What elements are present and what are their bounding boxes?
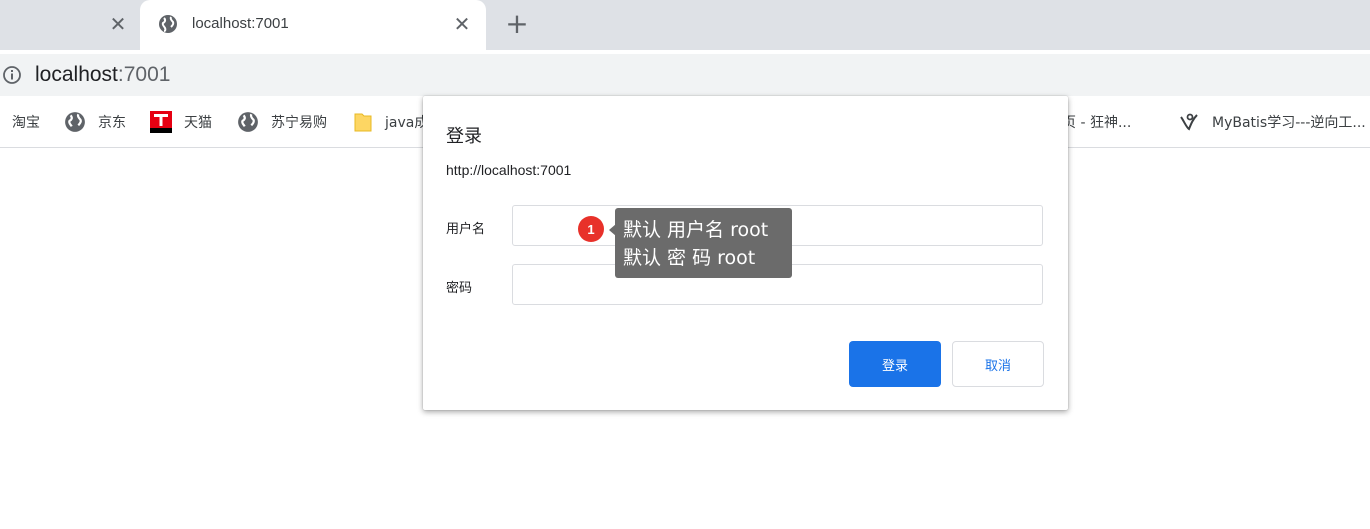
tab-close-icon[interactable]: ✕: [107, 13, 129, 35]
bookmark-label: MyBatis学习---逆向工...: [1212, 115, 1366, 131]
tab-title: localhost:7001: [192, 15, 289, 32]
bookmark-folder-java[interactable]: java成: [353, 110, 428, 134]
bookmark-label: 页 - 狂神...: [1062, 115, 1132, 131]
info-icon[interactable]: [2, 65, 22, 85]
annotation-tooltip: 默认 用户名 root 默认 密 码 root: [615, 208, 792, 278]
bookmark-label: 苏宁易购: [271, 115, 327, 131]
username-label: 用户名: [446, 222, 486, 237]
bookmark-label: 天猫: [184, 115, 212, 131]
login-button[interactable]: 登录: [849, 341, 941, 387]
tmall-icon: [150, 111, 172, 133]
tooltip-line-username: 默认 用户名 root: [623, 219, 769, 241]
folder-icon: [354, 113, 372, 132]
cancel-button[interactable]: 取消: [952, 341, 1044, 387]
dialog-origin: http://localhost:7001: [446, 162, 572, 178]
dialog-title: 登录: [446, 126, 482, 147]
url-host: localhost: [35, 63, 118, 86]
bookmark-suning[interactable]: 苏宁易购: [237, 110, 327, 134]
annotation-badge: 1: [578, 216, 604, 242]
omnibox[interactable]: localhost:7001: [0, 54, 1370, 96]
bookmark-jd[interactable]: 京东: [64, 110, 126, 134]
bookmark-tmall[interactable]: 天猫: [150, 110, 212, 134]
tab-inactive[interactable]: ✕: [0, 0, 140, 50]
url-text[interactable]: localhost:7001: [35, 63, 170, 87]
new-tab-button[interactable]: +: [503, 10, 531, 38]
password-label: 密码: [446, 281, 473, 296]
toolbar: localhost:7001: [0, 50, 1370, 96]
globe-icon: [65, 112, 85, 132]
globe-icon: [159, 15, 177, 33]
bookmark-taobao[interactable]: 淘宝: [12, 110, 40, 134]
tab-close-icon[interactable]: ✕: [451, 13, 473, 35]
bookmark-label: 京东: [98, 115, 126, 131]
bookmark-mybatis[interactable]: MyBatis学习---逆向工...: [1178, 110, 1366, 134]
bookmark-label: java成: [385, 115, 429, 131]
mybatis-icon: [1180, 113, 1198, 131]
bookmark-label: 淘宝: [12, 115, 40, 131]
tooltip-line-password: 默认 密 码 root: [623, 247, 756, 269]
tab-active[interactable]: localhost:7001 ✕: [140, 0, 486, 50]
url-port: :7001: [117, 63, 171, 86]
bookmark-kuangshen[interactable]: 页 - 狂神...: [1062, 110, 1131, 134]
tab-strip: ✕ localhost:7001 ✕ +: [0, 0, 1370, 50]
globe-icon: [238, 112, 258, 132]
